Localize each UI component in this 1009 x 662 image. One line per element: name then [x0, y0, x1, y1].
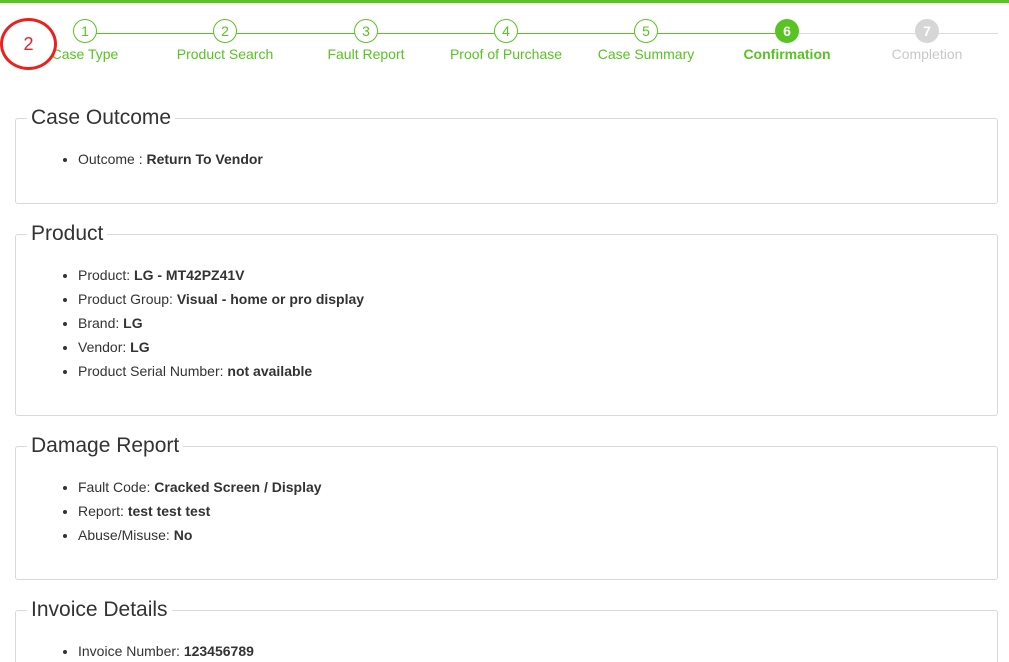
- step-label: Product Search: [176, 46, 274, 62]
- item-label: Product Group:: [78, 291, 177, 307]
- step-number: 3: [354, 19, 378, 43]
- item-value: Return To Vendor: [146, 151, 263, 167]
- step-number: 6: [775, 19, 799, 43]
- step-label: Fault Report: [327, 46, 405, 62]
- item-label: Fault Code:: [78, 479, 155, 495]
- item-value: test test test: [127, 503, 211, 519]
- step-label: Confirmation: [743, 46, 831, 62]
- list-item: Invoice Number: 123456789: [78, 639, 997, 662]
- case-outcome-title: Case Outcome: [27, 105, 176, 131]
- annotation-number: 2: [23, 34, 34, 54]
- product-list: Product: LG - MT42PZ41V Product Group: V…: [16, 235, 997, 383]
- item-value: 123456789: [183, 643, 254, 659]
- list-item: Report: test test test: [78, 499, 997, 523]
- item-value: No: [173, 527, 193, 543]
- step-label: Case Summary: [597, 46, 695, 62]
- item-label: Invoice Number:: [78, 643, 184, 659]
- wizard-step-confirmation[interactable]: 6 Confirmation: [712, 19, 862, 62]
- list-item: Outcome : Return To Vendor: [78, 147, 997, 171]
- item-label: Report:: [78, 503, 128, 519]
- list-item: Vendor: LG: [78, 335, 997, 359]
- wizard-step-completion: 7 Completion: [852, 19, 1002, 62]
- wizard-step-proof-of-purchase[interactable]: 4 Proof of Purchase: [431, 19, 581, 62]
- annotation-circle: 2: [0, 18, 57, 70]
- step-label: Completion: [891, 46, 963, 62]
- list-item: Brand: LG: [78, 311, 997, 335]
- invoice-details-title: Invoice Details: [27, 597, 172, 623]
- wizard-step-case-summary[interactable]: 5 Case Summary: [571, 19, 721, 62]
- step-number: 1: [73, 19, 97, 43]
- wizard-step-product-search[interactable]: 2 Product Search: [150, 19, 300, 62]
- item-label: Product Serial Number:: [78, 363, 228, 379]
- item-value: LG: [130, 339, 150, 355]
- wizard-step-fault-report[interactable]: 3 Fault Report: [291, 19, 441, 62]
- item-label: Outcome :: [78, 151, 147, 167]
- wizard-progress: 1 Case Type 2 Product Search 3 Fault Rep…: [0, 16, 1009, 76]
- damage-report-list: Fault Code: Cracked Screen / Display Rep…: [16, 447, 997, 547]
- item-label: Brand:: [78, 315, 124, 331]
- item-label: Product:: [78, 267, 135, 283]
- top-accent-bar: [0, 0, 1009, 3]
- damage-report-title: Damage Report: [27, 433, 184, 459]
- list-item: Product Serial Number: not available: [78, 359, 997, 383]
- step-label: Proof of Purchase: [449, 46, 563, 62]
- step-number: 7: [915, 19, 939, 43]
- item-value: LG: [123, 315, 143, 331]
- product-title: Product: [27, 221, 108, 247]
- list-item: Product Group: Visual - home or pro disp…: [78, 287, 997, 311]
- item-value: not available: [227, 363, 313, 379]
- item-label: Abuse/Misuse:: [78, 527, 174, 543]
- list-item: Fault Code: Cracked Screen / Display: [78, 475, 997, 499]
- step-number: 4: [494, 19, 518, 43]
- item-value: LG - MT42PZ41V: [134, 267, 245, 283]
- damage-report-panel: Damage Report Fault Code: Cracked Screen…: [15, 433, 998, 580]
- list-item: Abuse/Misuse: No: [78, 523, 997, 547]
- step-number: 5: [634, 19, 658, 43]
- invoice-details-panel: Invoice Details Invoice Number: 12345678…: [15, 597, 998, 662]
- item-value: Cracked Screen / Display: [154, 479, 322, 495]
- product-panel: Product Product: LG - MT42PZ41V Product …: [15, 221, 998, 416]
- item-label: Vendor:: [78, 339, 131, 355]
- list-item: Product: LG - MT42PZ41V: [78, 263, 997, 287]
- step-number: 2: [213, 19, 237, 43]
- item-value: Visual - home or pro display: [176, 291, 365, 307]
- case-outcome-panel: Case Outcome Outcome : Return To Vendor: [15, 105, 998, 204]
